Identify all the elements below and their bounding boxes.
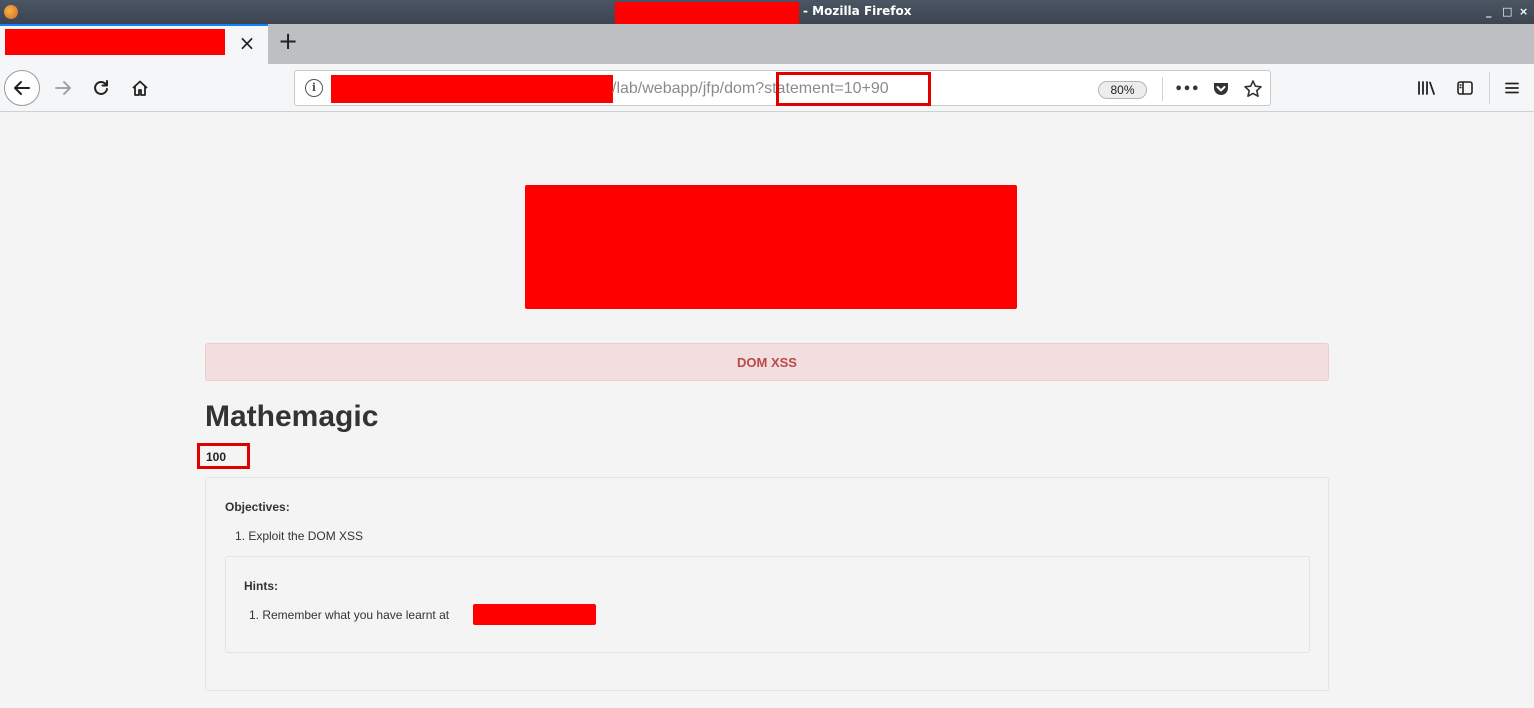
bookmark-star-icon[interactable] [1241,77,1265,101]
hamburger-menu-icon [1505,82,1519,94]
page-title: Mathemagic [205,400,379,433]
new-tab-button[interactable]: + [276,29,300,54]
library-icon [1418,81,1435,95]
redacted-banner [525,185,1017,309]
hints-heading: Hints: [244,579,278,593]
tab-active[interactable]: × [0,24,268,64]
query-highlight-box [776,72,931,106]
redacted-tab-title [5,29,225,55]
forward-button[interactable] [48,73,78,103]
reload-button[interactable] [86,73,116,103]
hints-panel: Hints: 1. Remember what you have learnt … [225,556,1310,653]
home-button[interactable] [125,73,155,103]
sidebar-toggle-button[interactable] [1450,73,1480,103]
toolbar-divider [1489,72,1490,104]
sidebar-icon [1457,81,1473,95]
alert-text: DOM XSS [737,354,797,370]
forward-arrow-icon [55,81,71,95]
maximize-icon[interactable]: □ [1502,5,1512,18]
menu-button[interactable] [1497,73,1527,103]
tab-strip: × + [0,24,1534,64]
window-title: - Mozilla Firefox [803,4,912,18]
zoom-level-badge[interactable]: 80% [1098,81,1147,99]
objectives-heading: Objectives: [225,500,290,514]
back-arrow-icon [14,81,30,95]
minimize-icon[interactable]: _ [1486,5,1492,18]
close-tab-icon[interactable]: × [236,32,258,54]
library-button[interactable] [1411,73,1441,103]
url-divider [1162,77,1163,101]
window-titlebar: - Mozilla Firefox _ □ × [0,0,1534,26]
firefox-icon [4,5,18,19]
redacted-host [331,75,613,103]
objective-item: 1. Exploit the DOM XSS [235,529,364,543]
info-icon[interactable]: i [305,79,323,97]
pocket-icon[interactable] [1209,77,1233,101]
result-value: 100 [206,450,227,464]
alert-banner: DOM XSS [205,343,1329,381]
hint-item: 1. Remember what you have learnt at [249,608,450,622]
page-actions-icon[interactable]: ••• [1175,77,1200,101]
home-icon [132,80,148,96]
url-bar[interactable]: i /lab/webapp/jfp/dom?statement=10+90 80… [294,70,1271,106]
redacted-hint-link[interactable] [473,604,596,625]
close-window-icon[interactable]: × [1519,5,1528,18]
redacted-title [615,2,799,26]
nav-toolbar: i /lab/webapp/jfp/dom?statement=10+90 80… [0,64,1534,112]
back-button[interactable] [4,70,40,106]
objectives-panel: Objectives: 1. Exploit the DOM XSS Hints… [205,477,1329,691]
reload-icon [94,80,108,95]
